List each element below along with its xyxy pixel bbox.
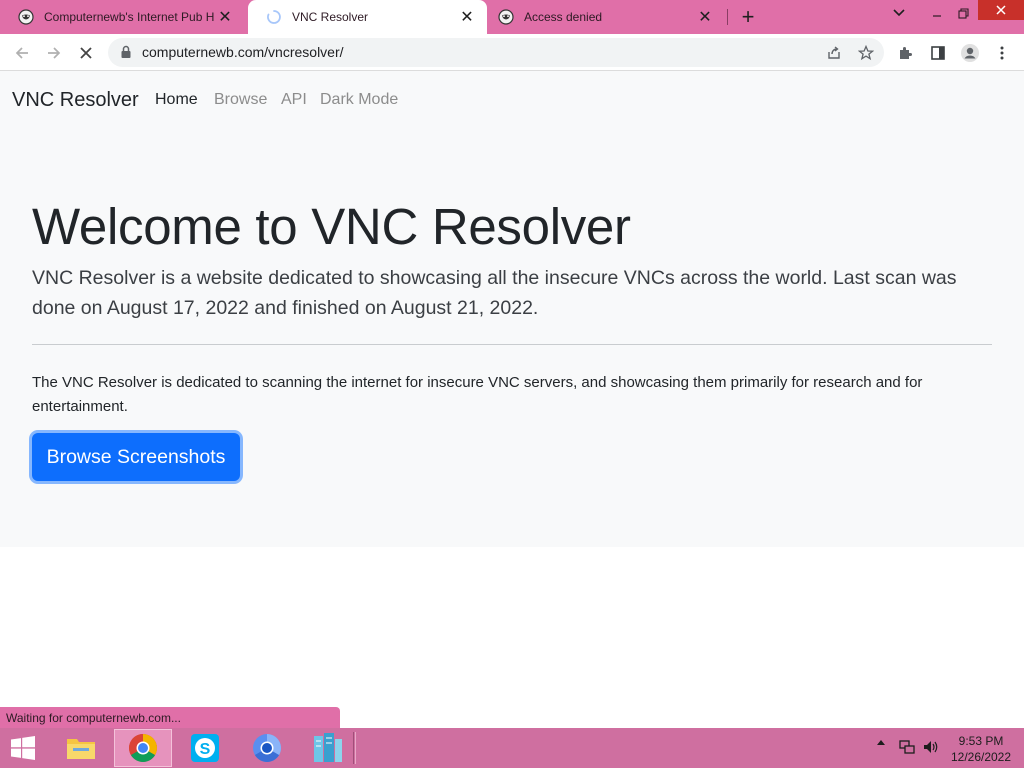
close-icon (996, 5, 1006, 15)
network-icon (899, 740, 915, 754)
side-panel-icon (931, 46, 945, 60)
network-button[interactable] (896, 738, 918, 756)
address-bar[interactable]: computernewb.com/vncresolver/ (108, 38, 884, 67)
hacker-mask-icon (498, 9, 514, 25)
chevron-down-icon (893, 9, 905, 17)
clock-time: 9:53 PM (958, 734, 1004, 748)
file-explorer-icon (67, 739, 95, 759)
taskbar: S 9:53 PM 12/26/2022 (0, 728, 1024, 768)
system-clock[interactable]: 9:53 PM 12/26/2022 (938, 733, 1024, 765)
taskbar-grip (353, 732, 356, 764)
tab-vnc-resolver[interactable]: VNC Resolver ✕ (248, 0, 487, 34)
menu-button[interactable] (988, 39, 1016, 67)
share-button[interactable] (824, 43, 844, 63)
star-icon (858, 45, 874, 61)
restore-button[interactable] (948, 0, 978, 26)
forward-button[interactable] (40, 39, 68, 67)
windows-logo-icon (11, 736, 35, 760)
tab-title: Access denied (524, 10, 603, 24)
web-page: VNC Resolver Home Browse API Dark Mode W… (0, 71, 1024, 728)
profile-button[interactable] (956, 39, 984, 67)
taskbar-file-explorer[interactable] (52, 729, 110, 767)
close-icon[interactable]: ✕ (695, 7, 715, 27)
nav-api[interactable]: API (281, 91, 307, 109)
tab-internet-pub[interactable]: Computernewb's Internet Pub H ✕ (0, 0, 245, 34)
close-icon[interactable]: ✕ (457, 7, 477, 27)
restore-icon (957, 7, 969, 19)
chrome-icon (129, 734, 157, 762)
new-tab-button[interactable]: + (735, 4, 761, 29)
hero-description: The VNC Resolver is dedicated to scannin… (32, 374, 923, 415)
chromium-icon (253, 734, 281, 762)
close-icon (80, 47, 92, 59)
hacker-mask-icon (18, 9, 34, 25)
back-button[interactable] (8, 39, 36, 67)
arrow-left-icon (15, 47, 28, 59)
site-brand[interactable]: VNC Resolver (12, 89, 139, 112)
taskbar-skype[interactable]: S (176, 729, 234, 767)
avatar-icon (961, 44, 979, 62)
loading-spinner-icon (267, 10, 281, 24)
share-icon (828, 46, 840, 59)
url-text[interactable]: computernewb.com/vncresolver/ (142, 44, 344, 60)
page-title: Welcome to VNC Resolver (32, 198, 631, 255)
close-window-button[interactable] (978, 0, 1024, 20)
nav-dark-mode[interactable]: Dark Mode (320, 91, 398, 109)
skype-icon: S (191, 734, 219, 762)
taskbar-chrome[interactable] (114, 729, 172, 767)
site-navbar: VNC Resolver Home Browse API Dark Mode (0, 71, 1024, 129)
close-icon[interactable]: ✕ (215, 7, 235, 27)
svg-text:S: S (200, 741, 211, 758)
browser-toolbar: computernewb.com/vncresolver/ (0, 34, 1024, 71)
arrow-right-icon (48, 47, 61, 59)
tab-access-denied[interactable]: Access denied ✕ (480, 0, 725, 34)
tab-title: VNC Resolver (292, 10, 369, 24)
hero-lead: VNC Resolver is a website dedicated to s… (32, 267, 957, 319)
lock-icon (121, 45, 131, 58)
clock-date: 12/26/2022 (950, 750, 1012, 764)
extensions-button[interactable] (892, 39, 920, 67)
divider (32, 344, 992, 345)
hero-section: Welcome to VNC Resolver VNC Resolver is … (0, 129, 1024, 547)
show-hidden-icons-button[interactable] (874, 738, 888, 746)
start-button[interactable] (6, 734, 40, 762)
taskbar-server-manager[interactable] (298, 729, 356, 767)
minimize-icon (933, 15, 941, 17)
tab-strip: Computernewb's Internet Pub H ✕ VNC Reso… (0, 0, 1024, 34)
status-bubble: Waiting for computernewb.com... (0, 707, 340, 729)
server-manager-icon (314, 733, 342, 762)
stop-button[interactable] (72, 39, 100, 67)
taskbar-chromium[interactable] (238, 729, 296, 767)
side-panel-button[interactable] (924, 39, 952, 67)
nav-home[interactable]: Home (155, 91, 198, 109)
bookmark-button[interactable] (856, 43, 876, 63)
puzzle-icon (900, 47, 912, 59)
tab-search-button[interactable] (886, 0, 912, 26)
tab-title: Computernewb's Internet Pub H (44, 10, 215, 24)
tab-separator (727, 9, 728, 25)
browse-screenshots-button[interactable]: Browse Screenshots (32, 433, 240, 481)
nav-browse[interactable]: Browse (214, 91, 267, 109)
kebab-menu-icon (1000, 46, 1004, 60)
chevron-up-icon (877, 740, 885, 745)
